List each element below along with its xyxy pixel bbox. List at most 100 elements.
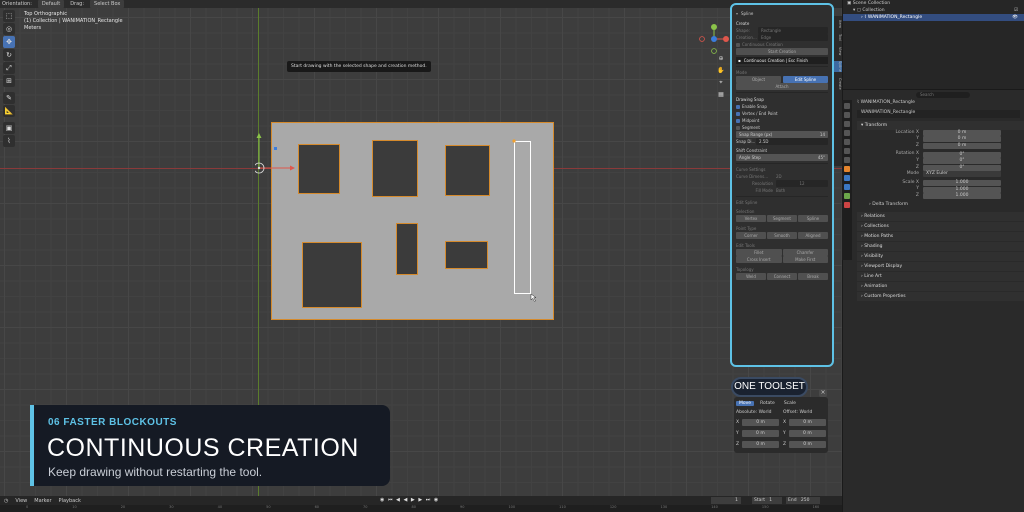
sel-spline-button[interactable]: Spline	[798, 215, 828, 222]
abs-x-field[interactable]: 0 m	[742, 419, 779, 426]
playback-controls[interactable]: ◉ ⏮ ◀ ◀ ▶ ▶ ⏭ ◉	[380, 497, 439, 503]
pan-hand-icon[interactable]: ✋	[716, 66, 726, 76]
collection-row[interactable]: ▾ ▢ Collection ☑	[843, 7, 1024, 14]
pt-aligned-button[interactable]: Aligned	[798, 232, 828, 239]
sidebar-tab-spline[interactable]: Spline	[833, 61, 842, 72]
view-layer-tab-icon[interactable]	[844, 130, 850, 136]
pt-smooth-button[interactable]: Smooth	[767, 232, 797, 239]
sel-vertex-button[interactable]: Vertex	[736, 215, 766, 222]
midpoint-checkbox[interactable]: Midpoint	[736, 117, 828, 124]
relations-section[interactable]: › Relations	[857, 212, 1024, 222]
scale-z-field[interactable]: 1.000	[923, 193, 1001, 200]
playback-menu[interactable]: Playback	[59, 498, 81, 504]
transform-gizmo[interactable]	[255, 133, 295, 178]
orientation-dropdown[interactable]: Default	[37, 0, 65, 8]
motion-paths-section[interactable]: › Motion Paths	[857, 232, 1024, 242]
transform-icon[interactable]: ⊞	[3, 75, 15, 87]
start-creation-button[interactable]: Start Creation	[736, 48, 828, 55]
zoom-icon[interactable]: ⊕	[716, 54, 726, 64]
creation-dropdown[interactable]: Edge	[758, 34, 828, 41]
animation-section[interactable]: › Animation	[857, 282, 1024, 292]
tab-move[interactable]: Move	[736, 401, 755, 406]
abs-y-field[interactable]: 0 m	[741, 430, 779, 437]
connect-button[interactable]: Connect	[767, 273, 797, 280]
delta-transform-section[interactable]: › Delta Transform	[857, 202, 1024, 209]
tab-rotate[interactable]: Rotate	[757, 401, 778, 406]
fillet-button[interactable]: Fillet	[736, 249, 782, 256]
rotation-x-field[interactable]: 0°	[923, 151, 1001, 158]
sidebar-tab-view[interactable]: View	[833, 47, 842, 55]
timeline-ruler[interactable]: 0 10 20 30 40 50 60 70 80 90 100 110 120 130 140 150 160	[0, 505, 842, 512]
eye-icon[interactable]: 👁	[1012, 14, 1018, 21]
angle-step-field[interactable]: Angle Step 45°	[736, 154, 828, 161]
viewport-display-section[interactable]: › Viewport Display	[857, 262, 1024, 272]
break-button[interactable]: Break	[798, 273, 828, 280]
current-frame-field[interactable]: 1	[711, 497, 741, 504]
rotate-icon[interactable]: ↻	[3, 49, 15, 61]
enable-snap-checkbox[interactable]: Enable Snap	[736, 103, 828, 110]
mode-object-button[interactable]: Object	[736, 76, 781, 83]
shading-section[interactable]: › Shading	[857, 242, 1024, 252]
scene-tab-icon[interactable]	[844, 139, 850, 145]
snap-range-field[interactable]: Snap Range (px) 14	[736, 131, 828, 138]
move-icon[interactable]: ✥	[3, 36, 15, 48]
camera-icon[interactable]: ⌖	[716, 78, 726, 88]
material-tab-icon[interactable]	[844, 202, 850, 208]
abs-z-field[interactable]: 0 m	[742, 441, 779, 448]
end-frame-field[interactable]: End 250	[786, 497, 820, 504]
drag-dropdown[interactable]: Select Box	[90, 0, 125, 8]
cross-insert-button[interactable]: Cross Insert	[736, 256, 782, 263]
tool-tab-icon[interactable]	[844, 103, 850, 109]
chamfer-button[interactable]: Chamfer	[782, 249, 828, 256]
rotation-mode-dropdown[interactable]: XYZ Euler	[923, 171, 1001, 178]
resolution-field[interactable]: 12	[776, 180, 828, 187]
checkbox-icon[interactable]: ☑	[1014, 7, 1018, 14]
world-tab-icon[interactable]	[844, 148, 850, 154]
sidebar-tab-tool[interactable]: Tool	[833, 34, 842, 41]
scale-x-field[interactable]: 1.000	[923, 180, 1001, 187]
transform-section[interactable]: ▾ Transform	[857, 120, 1024, 130]
navigation-gizmo[interactable]	[695, 20, 733, 58]
marker-menu[interactable]: Marker	[34, 498, 51, 504]
sidebar-tab-item[interactable]: Item	[833, 20, 842, 28]
custom-properties-section[interactable]: › Custom Properties	[857, 292, 1024, 302]
location-z-field[interactable]: 0 m	[923, 143, 1001, 150]
start-frame-field[interactable]: Start 1	[752, 497, 782, 504]
make-first-button[interactable]: Make First	[782, 256, 828, 263]
spline-icon[interactable]: ⌇	[3, 135, 15, 147]
attach-button[interactable]: Attach	[736, 83, 828, 90]
off-y-field[interactable]: 0 m	[788, 430, 826, 437]
physics-tab-icon[interactable]	[844, 184, 850, 190]
close-icon[interactable]: ×	[819, 389, 827, 397]
grid-icon[interactable]: ▦	[716, 90, 726, 100]
pt-corner-button[interactable]: Corner	[736, 232, 766, 239]
modifier-tab-icon[interactable]	[844, 175, 850, 181]
add-cube-icon[interactable]: ▣	[3, 122, 15, 134]
tab-scale[interactable]: Scale	[781, 401, 799, 406]
fill-mode-value[interactable]: Both	[776, 187, 785, 194]
weld-button[interactable]: Weld	[736, 273, 766, 280]
shape-dropdown[interactable]: Rectangle	[758, 27, 828, 34]
visibility-section[interactable]: › Visibility	[857, 252, 1024, 262]
timeline-editor-icon[interactable]: ◷	[4, 498, 8, 504]
collections-section[interactable]: › Collections	[857, 222, 1024, 232]
snap-di-dropdown[interactable]: 2.5D	[756, 138, 828, 145]
line-art-section[interactable]: › Line Art	[857, 272, 1024, 282]
vertex-endpoint-checkbox[interactable]: Vertex / End Point	[736, 110, 828, 117]
sidebar-tab-create[interactable]: Create	[833, 78, 842, 90]
segment-checkbox[interactable]: Segment	[736, 124, 828, 131]
continuous-checkbox[interactable]: Continuous Creation	[736, 41, 828, 48]
cursor-icon[interactable]: ◎	[3, 23, 15, 35]
scale-icon[interactable]: ⤢	[3, 62, 15, 74]
annotate-icon[interactable]: ✎	[3, 92, 15, 104]
scene-collection-row[interactable]: ▣ Scene Collection	[843, 0, 1024, 7]
mode-edit-spline-button[interactable]: Edit Spline	[783, 76, 828, 83]
measure-icon[interactable]: 📐	[3, 105, 15, 117]
off-z-field[interactable]: 0 m	[789, 441, 826, 448]
rotation-y-field[interactable]: 0°	[923, 158, 1001, 165]
select-icon[interactable]: ⬚	[3, 10, 15, 22]
render-tab-icon[interactable]	[844, 112, 850, 118]
view-menu[interactable]: View	[15, 498, 27, 504]
properties-search-input[interactable]: Search	[916, 92, 970, 98]
rotation-z-field[interactable]: 0°	[923, 164, 1001, 171]
